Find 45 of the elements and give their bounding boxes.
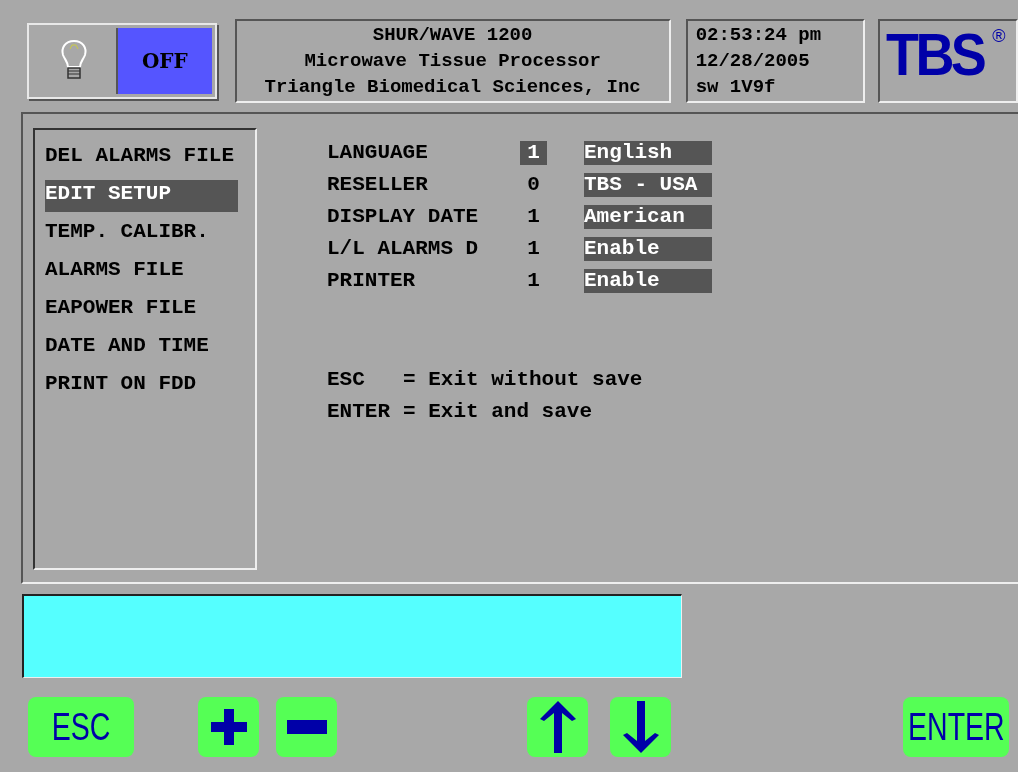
minus-icon — [286, 720, 327, 734]
menu-item[interactable]: EAPOWER FILE — [45, 294, 238, 326]
legend-text: = Exit without save — [403, 367, 643, 390]
plus-icon — [210, 707, 247, 747]
setting-code[interactable]: 1 — [520, 205, 547, 229]
logo: TBS — [886, 25, 984, 85]
title-line: Microwave Tissue Processor — [304, 49, 601, 74]
status-line: sw 1V9f — [695, 75, 777, 100]
setting-value: Enable — [584, 269, 712, 293]
setting-label: RESELLER — [327, 172, 429, 199]
setting-code[interactable]: 1 — [520, 237, 547, 261]
title-line: SHUR/WAVE 1200 — [372, 23, 533, 48]
menu-item[interactable]: DATE AND TIME — [45, 332, 238, 364]
down-button[interactable] — [610, 697, 671, 757]
plus-button[interactable] — [198, 697, 259, 757]
up-button[interactable] — [527, 697, 588, 757]
status-line: 12/28/2005 — [695, 49, 811, 74]
menu-item[interactable]: TEMP. CALIBR. — [45, 218, 238, 250]
setting-label: PRINTER — [327, 268, 417, 295]
minus-button[interactable] — [276, 697, 337, 757]
menu-item[interactable]: EDIT SETUP — [45, 180, 238, 212]
key-button[interactable]: ESC — [28, 697, 134, 757]
setting-value: English — [584, 141, 712, 165]
down-arrow-icon — [622, 701, 659, 753]
registered-mark: ® — [992, 27, 1006, 45]
legend-text: = Exit and save — [403, 399, 593, 422]
title-line: Triangle Biomedical Sciences, Inc — [264, 75, 641, 100]
setting-value: American — [584, 205, 712, 229]
status-line: 02:53:24 pm — [695, 23, 823, 48]
legend-key: ESC — [327, 364, 403, 390]
setting-code[interactable]: 1 — [520, 269, 547, 293]
menu-item[interactable]: ALARMS FILE — [45, 256, 238, 288]
menu-item[interactable]: DEL ALARMS FILE — [45, 142, 238, 174]
setting-label: LANGUAGE — [327, 140, 429, 167]
setting-label: DISPLAY DATE — [327, 204, 480, 231]
up-arrow-icon — [539, 701, 576, 753]
key-button[interactable]: ENTER — [903, 697, 1009, 757]
setting-value: TBS - USA — [584, 173, 712, 197]
setting-label: L/L ALARMS D — [327, 236, 480, 263]
power-toggle[interactable]: OFF — [118, 28, 212, 94]
setting-value: Enable — [584, 237, 712, 261]
menu-item[interactable]: PRINT ON FDD — [45, 370, 238, 402]
setting-code[interactable]: 1 — [520, 141, 547, 165]
setting-code[interactable]: 0 — [520, 173, 547, 197]
legend-key: ENTER — [327, 396, 403, 422]
